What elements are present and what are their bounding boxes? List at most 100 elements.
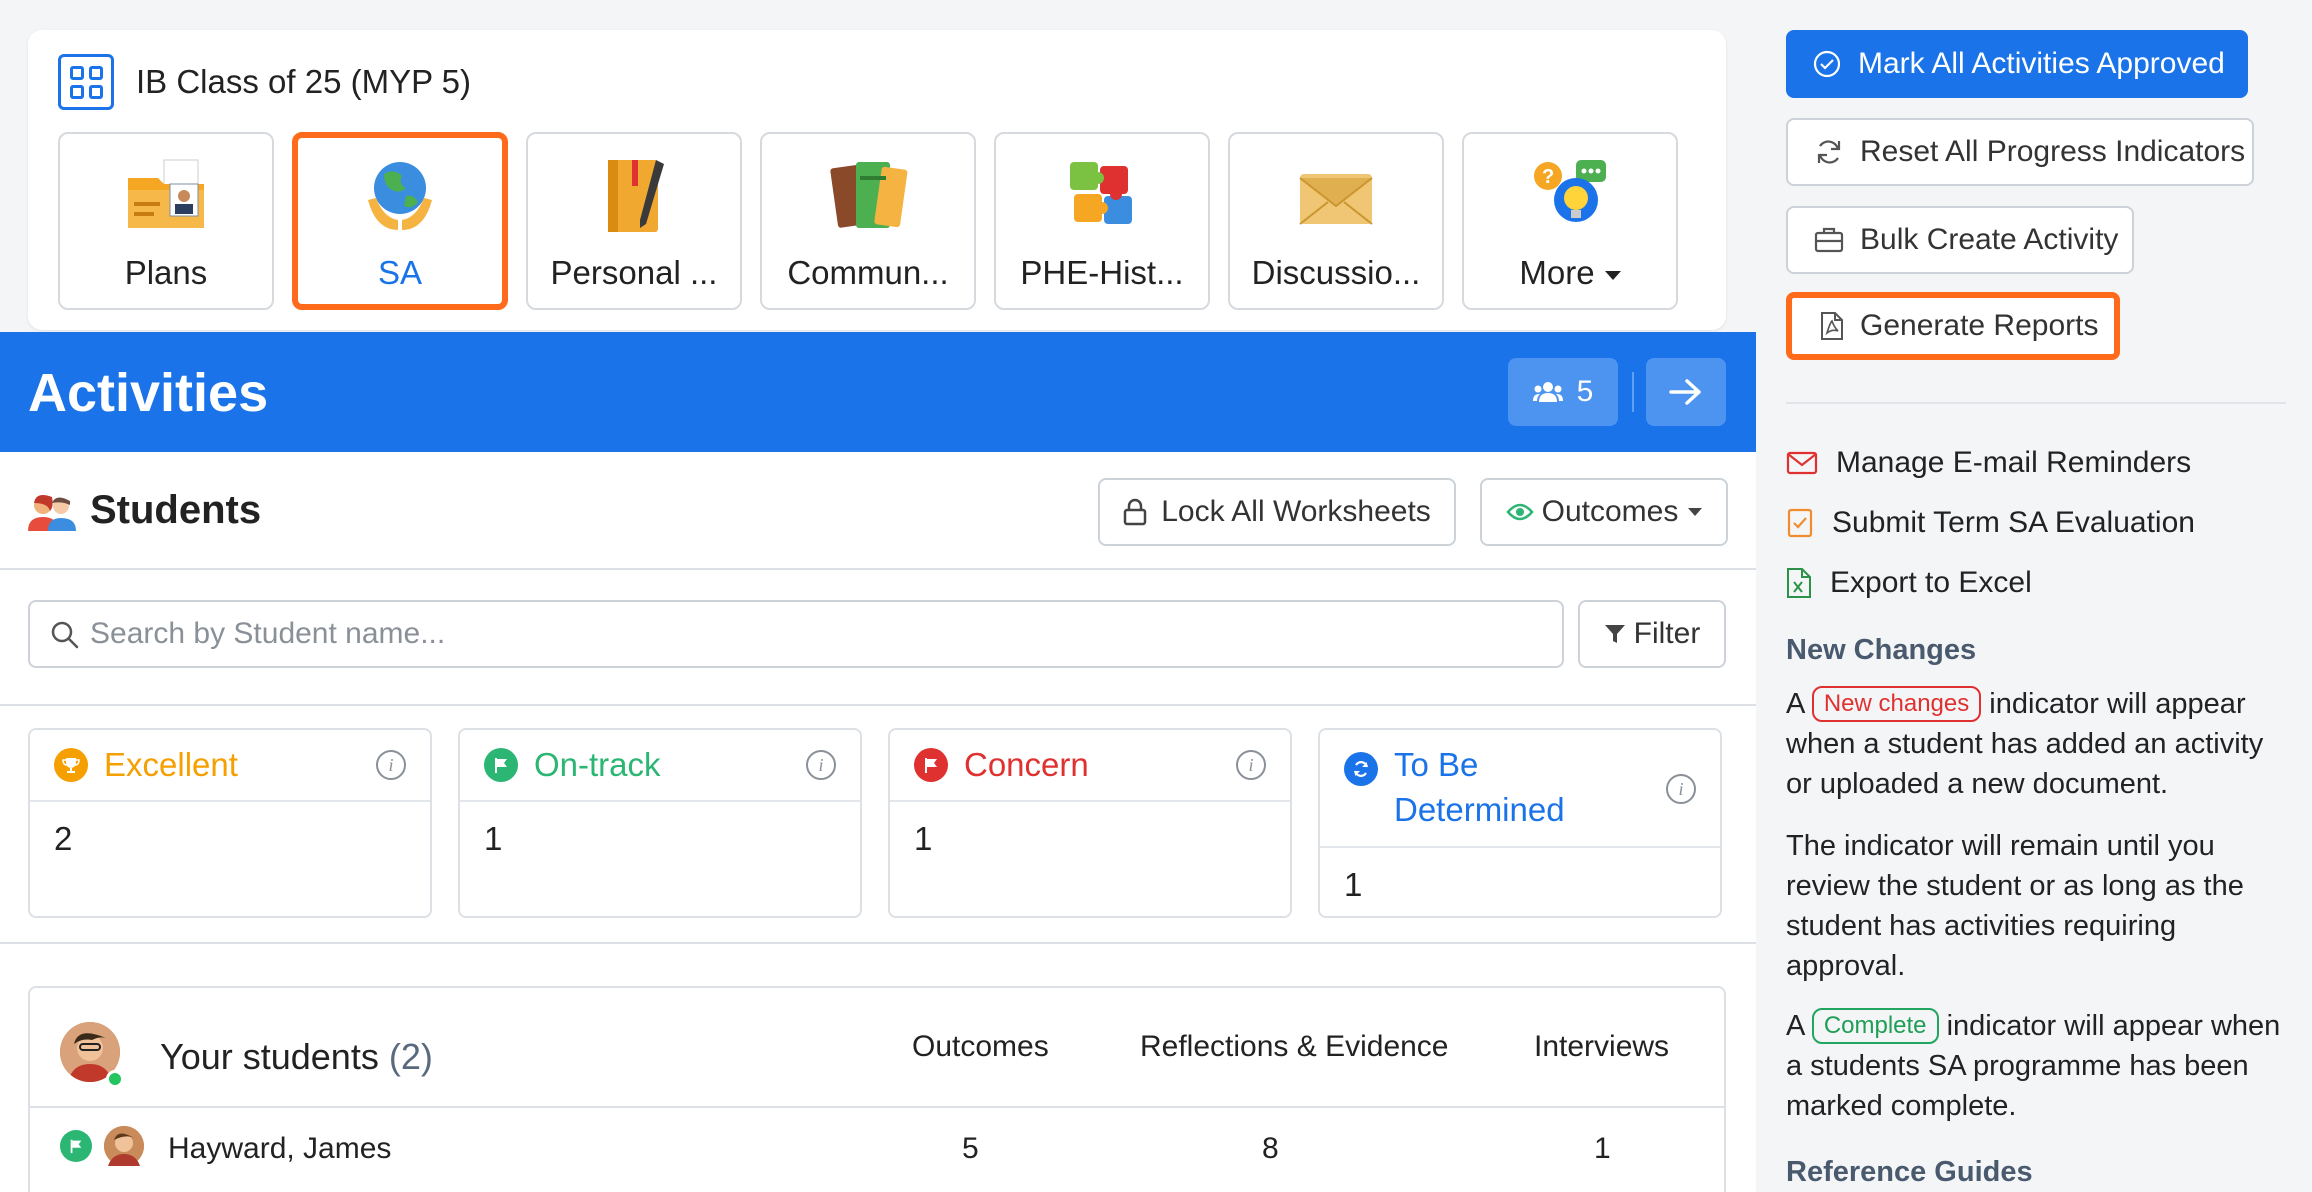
reference-guides-heading: Reference Guides [1786,1156,2033,1188]
briefcase-icon [1814,227,1844,253]
status-card-on-track[interactable]: On-track i 1 [458,728,862,918]
your-students-table: Your students (2) Outcomes Reflections &… [28,986,1726,1192]
outcomes-dropdown[interactable]: Outcomes [1480,478,1728,546]
export-to-excel-link[interactable]: Export to Excel [1786,566,2032,600]
outcomes-label: Outcomes [1541,495,1679,528]
tile-label: Discussio... [1251,254,1421,291]
table-header: Your students (2) Outcomes Reflections &… [30,988,1724,1108]
complete-paragraph: A Complete indicator will appear when a … [1786,1006,2286,1126]
globe-hands-icon [358,156,442,236]
status-label: Concern [964,746,1089,783]
tile-phe-history[interactable]: PHE-Hist... [994,132,1210,310]
submit-term-evaluation-link[interactable]: Submit Term SA Evaluation [1786,506,2195,540]
status-card-to-be-determined[interactable]: To Be Determined i 1 [1318,728,1722,918]
new-changes-paragraph: A New changes indicator will appear when… [1786,684,2286,804]
student-count-button[interactable]: 5 [1508,358,1618,426]
student-name[interactable]: Hayward, James [168,1132,391,1166]
status-label: Excellent [104,746,238,783]
column-header-reflections[interactable]: Reflections & Evidence [1140,1030,1449,1064]
class-title: IB Class of 25 (MYP 5) [136,63,472,100]
apps-grid-icon[interactable] [58,54,114,110]
column-header-interviews[interactable]: Interviews [1534,1030,1669,1064]
student-search [28,600,1564,668]
link-label: Export to Excel [1830,566,2032,599]
status-card-concern[interactable]: Concern i 1 [888,728,1292,918]
header-divider [1632,372,1634,412]
sidebar-divider [1786,402,2286,404]
divider [0,568,1756,570]
info-icon[interactable]: i [806,750,836,780]
status-label: To Be Determined [1394,746,1565,828]
flag-icon [60,1130,92,1162]
eye-icon [1505,503,1534,521]
link-label: Manage E-mail Reminders [1836,446,2192,479]
class-tiles: Plans SA Personal ... Commun... PHE-Hist… [58,132,1678,310]
reset-progress-button[interactable]: Reset All Progress Indicators [1786,118,2254,186]
excel-file-icon [1787,568,1811,598]
tile-more[interactable]: ? More [1462,132,1678,310]
status-value: 1 [914,820,933,857]
text: A [1786,1010,1804,1042]
outcomes-count: 5 [962,1132,979,1165]
status-card-excellent[interactable]: Excellent i 2 [28,728,432,918]
your-students-title: Your students (2) [160,1036,433,1078]
tile-sa[interactable]: SA [292,132,508,310]
caret-down-icon [1688,508,1703,516]
lock-label: Lock All Worksheets [1161,495,1431,528]
your-students-label: Your students [160,1036,379,1077]
generate-reports-label: Generate Reports [1860,309,2099,342]
filter-icon [1604,625,1625,643]
mark-all-approved-button[interactable]: Mark All Activities Approved [1786,30,2248,98]
status-card-header: Concern i [890,730,1290,802]
table-row[interactable]: Hayward, James 5 8 1 [30,1108,1724,1186]
tile-discussion[interactable]: Discussio... [1228,132,1444,310]
bulk-create-activity-button[interactable]: Bulk Create Activity [1786,206,2134,274]
bulk-create-label: Bulk Create Activity [1860,223,2119,256]
users-icon [1532,382,1563,402]
svg-text:?: ? [1542,166,1554,188]
info-icon[interactable]: i [376,750,406,780]
info-icon[interactable]: i [1666,774,1696,804]
idea-chat-icon: ? [1528,156,1612,236]
flag-icon [914,748,948,782]
status-value: 2 [54,820,73,857]
activities-title: Activities [28,363,269,423]
tile-personal[interactable]: Personal ... [526,132,742,310]
checklist-icon [1787,508,1813,538]
status-card-header: On-track i [460,730,860,802]
mark-all-label: Mark All Activities Approved [1858,47,2225,80]
complete-badge: Complete [1811,1008,1939,1044]
next-button[interactable] [1646,358,1726,426]
search-input[interactable] [90,617,1562,651]
student-count: 5 [1576,375,1594,408]
envelope-icon [1294,156,1378,236]
lock-icon [1123,498,1147,526]
indicator-paragraph: The indicator will remain until you revi… [1786,830,2244,982]
trophy-icon [54,748,88,782]
manage-email-reminders-link[interactable]: Manage E-mail Reminders [1786,446,2191,480]
class-card: IB Class of 25 (MYP 5) Plans SA Personal… [28,30,1726,330]
students-icon [28,494,76,531]
your-students-count: (2) [388,1036,433,1077]
folder-profile-icon [124,156,208,236]
tile-label: Personal ... [550,254,718,291]
students-panel: Students Lock All Worksheets Outcomes Se… [0,452,1756,1192]
email-icon [1786,451,1818,475]
status-value: 1 [1344,866,1363,903]
students-toolbar: Students Lock All Worksheets Outcomes [28,478,1728,548]
check-circle-icon [1813,50,1841,78]
books-icon [826,156,910,236]
caret-down-icon [1604,270,1621,280]
students-heading: Students [28,488,261,533]
avatar [104,1126,144,1166]
status-label: On-track [534,746,661,783]
status-card-header: To Be Determined i [1320,730,1720,848]
generate-reports-button[interactable]: Generate Reports [1786,292,2120,360]
lock-all-worksheets-button[interactable]: Lock All Worksheets [1098,478,1456,546]
notebook-pen-icon [592,156,676,236]
filter-button[interactable]: Filter [1578,600,1726,668]
column-header-outcomes[interactable]: Outcomes [912,1030,1049,1064]
tile-plans[interactable]: Plans [58,132,274,310]
tile-community[interactable]: Commun... [760,132,976,310]
info-icon[interactable]: i [1236,750,1266,780]
